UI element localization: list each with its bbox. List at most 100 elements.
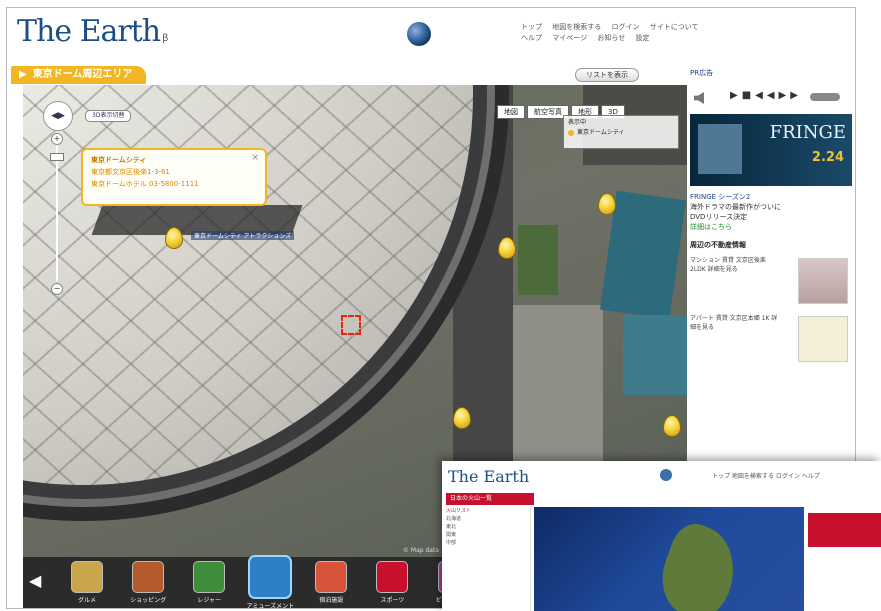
- map-legend: 表示中 東京ドームシティ: [563, 115, 679, 149]
- lightbulb-pin-icon[interactable]: [498, 237, 516, 259]
- building: [623, 315, 687, 395]
- map-type-button[interactable]: 地図: [497, 105, 525, 119]
- lightbulb-pin-icon[interactable]: [165, 227, 183, 249]
- property-text: マンション 賃貸 文京区後楽 2LDK 詳細を見る: [690, 257, 766, 273]
- media-player: ▶■◀◀▶▶: [690, 88, 852, 110]
- overlay-left-line: 火山リスト: [446, 508, 472, 514]
- lightbulb-pin-icon[interactable]: [663, 415, 681, 437]
- logo-text: The Earth: [17, 14, 161, 49]
- playback-controls-icon[interactable]: ▶■◀◀▶▶: [730, 90, 802, 101]
- ad-desc: DVDリリース決定: [690, 213, 748, 221]
- map-type-toolbar: 地図 航空写真 地形 3D: [497, 99, 627, 119]
- view-toggle-button[interactable]: 3D表示切替: [85, 110, 132, 122]
- nav-link[interactable]: トップ: [521, 22, 542, 33]
- list-button[interactable]: リストを表示: [575, 68, 639, 82]
- category-icon: [376, 561, 409, 593]
- ad-url[interactable]: 詳細はこちら: [690, 222, 852, 232]
- overlay-logo: The Earth: [448, 467, 530, 486]
- category-label: レジャー: [197, 597, 222, 604]
- category-label: スポーツ: [380, 597, 405, 604]
- pan-control[interactable]: ◀▶: [43, 101, 73, 131]
- ad-link[interactable]: FRINGE シーズン2: [690, 192, 852, 202]
- title-bar: ▶ 東京ドーム周辺エリア リストを表示: [7, 64, 687, 84]
- category-item-selected[interactable]: アミューズメント: [244, 555, 296, 609]
- category-item[interactable]: スポーツ: [366, 561, 418, 604]
- overlay-landmass: [650, 517, 748, 611]
- nav-link[interactable]: ヘルプ: [521, 33, 542, 44]
- close-icon[interactable]: ×: [251, 152, 259, 164]
- category-label: アミューズメント: [246, 603, 295, 609]
- section-title: 周辺の不動産情報: [690, 241, 746, 249]
- header: The Earth β トップ 地図を検索する ログイン サイトについて ヘルプ …: [7, 8, 855, 60]
- category-item[interactable]: ショッピング: [122, 561, 174, 604]
- property-photo[interactable]: [798, 258, 848, 304]
- area-tab-label: 東京ドーム周辺エリア: [32, 69, 133, 80]
- zoom-knob[interactable]: [50, 153, 64, 161]
- header-nav: トップ 地図を検索する ログイン サイトについて ヘルプ マイページ お知らせ …: [521, 22, 851, 44]
- zoom-out-button[interactable]: −: [51, 283, 63, 295]
- ad-desc: 海外ドラマの最新作がついに: [690, 203, 781, 211]
- info-popup: × 東京ドームシティ 東京都文京区後楽1-3-61 東京ドームホテル 03-58…: [81, 148, 267, 206]
- sidebar-heading: PR広告: [690, 69, 714, 77]
- nav-link[interactable]: マイページ: [552, 33, 587, 44]
- overlay-sidebar: [808, 497, 881, 611]
- overlay-screenshot: The Earth トップ 地図を検索する ログイン ヘルプ 日本の火山一覧 火…: [442, 461, 881, 611]
- overlay-left-line: 中部: [446, 540, 457, 546]
- trees: [518, 225, 558, 295]
- category-item[interactable]: レジャー: [183, 561, 235, 604]
- globe-icon: [660, 469, 672, 481]
- zoom-in-button[interactable]: +: [51, 133, 63, 145]
- popup-title[interactable]: 東京ドームシティ: [91, 154, 257, 166]
- overlay-left-line: 北海道: [446, 516, 462, 522]
- floorplan-photo[interactable]: [798, 316, 848, 362]
- ad-date: 2.24: [811, 150, 844, 165]
- overlay-left-line: 東北: [446, 524, 457, 530]
- lightbulb-pin-icon[interactable]: [598, 193, 616, 215]
- legend-item[interactable]: 東京ドームシティ: [577, 129, 624, 136]
- category-icon: [315, 561, 348, 593]
- ad-text: FRINGE シーズン2 海外ドラマの最新作がついに DVDリリース決定 詳細は…: [690, 192, 852, 232]
- legend-title: 表示中: [568, 119, 587, 126]
- zoom-slider[interactable]: + −: [50, 133, 64, 295]
- overlay-left-line: 関東: [446, 532, 457, 538]
- nav-link[interactable]: 設定: [635, 33, 649, 44]
- nav-link[interactable]: サイトについて: [650, 22, 699, 33]
- popup-contact[interactable]: 東京ドームホテル 03-5800-1111: [91, 178, 257, 190]
- property-text: アパート 賃貸 文京区本郷 1K 詳細を見る: [690, 315, 778, 331]
- speaker-icon[interactable]: [694, 92, 704, 104]
- category-label: グルメ: [77, 597, 96, 604]
- lightbulb-pin-icon[interactable]: [453, 407, 471, 429]
- crosshair-icon: [341, 315, 361, 335]
- property-item[interactable]: アパート 賃貸 文京区本郷 1K 詳細を見る: [690, 314, 852, 366]
- area-tab[interactable]: ▶ 東京ドーム周辺エリア: [11, 66, 147, 84]
- pin-label[interactable]: 東京ドームシティ アトラクションズ: [191, 231, 295, 240]
- map-copyright: © Map data: [403, 547, 439, 554]
- category-icon: [71, 561, 103, 593]
- marker-dot-icon: [568, 129, 574, 136]
- volume-slider[interactable]: [810, 93, 840, 101]
- overlay-ad: [808, 513, 881, 547]
- popup-address: 東京都文京区後楽1-3-61: [91, 168, 170, 176]
- scroll-left-icon[interactable]: ◀: [29, 571, 41, 590]
- ad-photo: [698, 124, 742, 174]
- logo-sub: β: [162, 33, 169, 44]
- nav-link[interactable]: お知らせ: [597, 33, 625, 44]
- property-item[interactable]: マンション 賃貸 文京区後楽 2LDK 詳細を見る: [690, 256, 852, 308]
- globe-icon: [407, 22, 431, 46]
- ad-banner[interactable]: FRINGE 2.24: [690, 114, 852, 186]
- category-list: グルメ ショッピング レジャー アミューズメント 宿泊施設 スポーツ ビューティ…: [61, 555, 484, 609]
- nav-link[interactable]: 地図を検索する: [552, 22, 601, 33]
- site-logo[interactable]: The Earth β: [17, 14, 169, 49]
- category-item[interactable]: 宿泊施設: [305, 561, 357, 604]
- category-label: 宿泊施設: [319, 597, 344, 604]
- overlay-left-panel: 火山リスト 北海道 東北 関東 中部: [446, 507, 531, 611]
- nav-link[interactable]: ログイン: [611, 22, 639, 33]
- overlay-nav: トップ 地図を検索する ログイン ヘルプ: [712, 473, 820, 480]
- zoom-track[interactable]: [56, 145, 58, 281]
- category-icon: [193, 561, 226, 593]
- category-icon: [248, 555, 293, 599]
- category-item[interactable]: グルメ: [61, 561, 113, 604]
- play-icon: ▶: [19, 69, 27, 80]
- overlay-map: [534, 507, 804, 611]
- category-label: ショッピング: [130, 597, 167, 604]
